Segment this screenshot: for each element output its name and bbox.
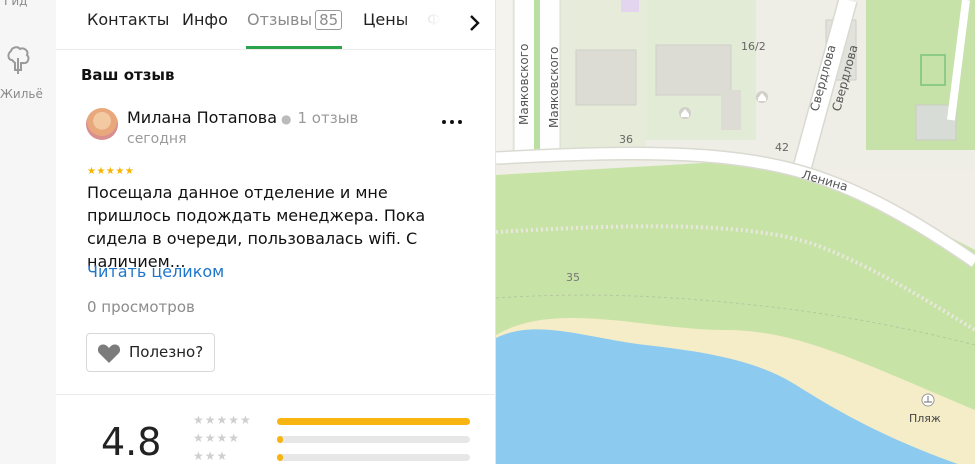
map-canvas[interactable]: Маяковского Маяковского Свердлова Свердл…	[496, 0, 975, 464]
useful-button[interactable]: Полезно?	[86, 333, 215, 372]
author-review-count: 1 отзыв	[297, 109, 359, 127]
tab-bar: Контакты Инфо Отзывы85 Цены Фо	[56, 0, 496, 50]
section-divider	[56, 394, 496, 395]
rating-bar-fill	[277, 436, 283, 443]
app-root: Гид Жильё Контакты Инфо Отзывы85 Цены Фо…	[0, 0, 975, 464]
heart-icon	[97, 344, 121, 363]
useful-label: Полезно?	[129, 343, 204, 361]
rail-housing-label[interactable]: Жильё	[0, 87, 43, 101]
rating-value: 4.8	[101, 420, 162, 464]
review-stars: ★★★★★	[87, 166, 135, 177]
org-panel: Контакты Инфо Отзывы85 Цены Фо Ваш отзыв…	[56, 0, 496, 464]
house-number: 35	[566, 271, 580, 284]
review-author[interactable]: Милана Потапова ● 1 отзыв	[127, 108, 358, 127]
rail-guide-label[interactable]: Гид	[4, 0, 27, 8]
review-text: Посещала данное отделение и мне пришлось…	[87, 183, 426, 271]
chevron-right-icon[interactable]	[460, 8, 490, 38]
rating-bar-track	[277, 418, 470, 425]
views-count: 0 просмотров	[87, 298, 195, 316]
rating-row-3: ★★★	[193, 449, 473, 464]
street-label: Маяковского	[517, 44, 531, 125]
tab-fade	[400, 0, 460, 49]
rating-row-stars: ★★★★★	[193, 413, 252, 427]
tab-reviews-label: Отзывы	[247, 10, 313, 29]
your-review-title: Ваш отзыв	[81, 66, 175, 84]
street-label: Маяковского	[547, 47, 561, 128]
house-number: 42	[775, 141, 789, 154]
author-name[interactable]: Милана Потапова	[127, 108, 277, 127]
rating-row-5: ★★★★★	[193, 413, 473, 431]
map-view[interactable]: Маяковского Маяковского Свердлова Свердл…	[496, 0, 975, 464]
rating-bar-track	[277, 454, 470, 461]
rating-bar-fill	[277, 418, 470, 425]
house-number: 36	[619, 133, 633, 146]
avatar[interactable]	[86, 108, 118, 140]
rating-row-stars: ★★★★	[193, 431, 241, 445]
left-rail: Гид Жильё	[0, 0, 56, 464]
active-tab-underline	[246, 46, 342, 49]
rating-row-4: ★★★★	[193, 431, 473, 449]
rating-bar-fill	[277, 454, 283, 461]
beach-label: Пляж	[909, 412, 941, 425]
separator-dot: ●	[281, 112, 292, 126]
housing-icon[interactable]	[3, 44, 33, 82]
review-date: сегодня	[127, 131, 187, 147]
tab-reviews[interactable]: Отзывы 85	[247, 10, 343, 30]
tab-contacts[interactable]: Контакты	[87, 10, 169, 29]
rating-bar-track	[277, 436, 470, 443]
tab-info[interactable]: Инфо	[182, 10, 228, 29]
house-number: 16/2	[741, 40, 766, 53]
more-options-icon[interactable]	[440, 112, 464, 132]
reviews-count-badge: 85	[315, 10, 343, 30]
read-more-link[interactable]: Читать целиком	[87, 262, 224, 281]
rating-row-stars: ★★★	[193, 449, 229, 463]
